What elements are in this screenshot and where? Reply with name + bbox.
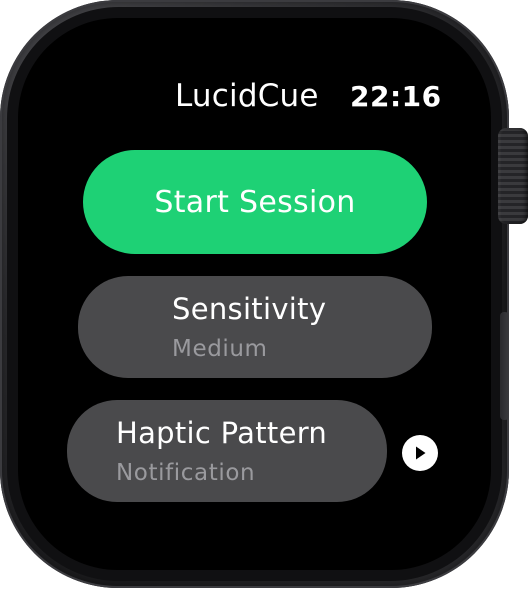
play-icon [416,446,426,460]
sensitivity-title: Sensitivity [172,292,327,326]
haptic-preview-button[interactable] [402,435,438,471]
haptic-pattern-title: Haptic Pattern [116,416,328,450]
haptic-pattern-button[interactable]: Haptic Pattern Notification [67,400,387,502]
haptic-pattern-value: Notification [116,460,256,486]
start-session-button[interactable]: Start Session [83,150,427,254]
sensitivity-value: Medium [172,336,268,362]
watch-screen: LucidCue 22:16 Start Session Sensitivity… [18,18,491,570]
app-title: LucidCue [175,78,319,114]
sensitivity-button[interactable]: Sensitivity Medium [78,276,432,378]
watch-case: LucidCue 22:16 Start Session Sensitivity… [0,0,509,588]
canvas: LucidCue 22:16 Start Session Sensitivity… [0,0,531,590]
clock-time: 22:16 [350,80,442,113]
start-session-label: Start Session [154,184,356,220]
digital-crown[interactable] [498,128,528,224]
side-button[interactable] [500,312,509,420]
